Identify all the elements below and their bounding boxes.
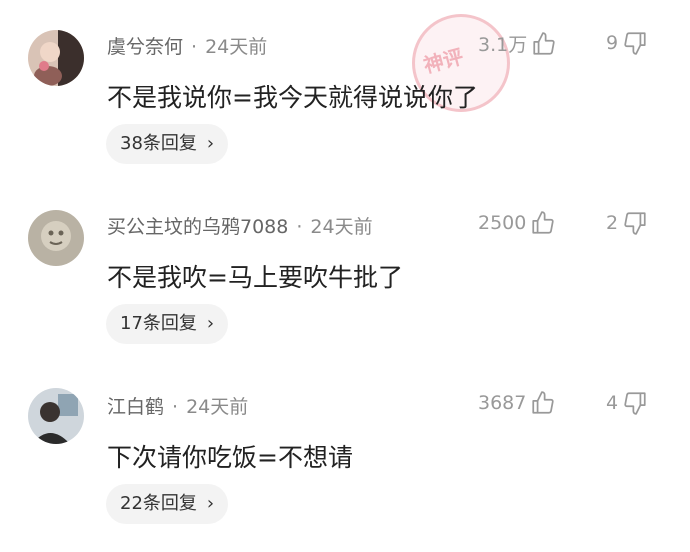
comment-meta: 买公主坟的乌鸦7088 · 24天前 [107,212,373,239]
view-replies-button[interactable]: 17条回复 › [106,304,229,344]
username[interactable]: 江白鹤 [107,396,164,418]
separator-dot: · [296,216,303,238]
like-count: 2500 [478,212,527,234]
chevron-right-icon: › [206,493,215,514]
replies-count: 22条回复 [120,493,197,514]
avatar[interactable] [28,30,84,86]
thumbs-down-icon [624,32,646,55]
chevron-right-icon: › [206,133,215,154]
comment-meta: 虞兮奈何 · 24天前 [107,32,267,59]
like-button[interactable]: 3.1万 [478,30,557,57]
avatar[interactable] [28,388,84,444]
avatar[interactable] [28,210,84,266]
timestamp: 24天前 [205,36,268,58]
comment-meta: 江白鹤 · 24天前 [107,392,248,419]
comment-text: 不是我说你=我今天就得说说你了 [107,83,478,112]
username[interactable]: 买公主坟的乌鸦7088 [107,216,288,238]
separator-dot: · [191,36,198,58]
thumbs-down-icon [624,392,646,415]
username[interactable]: 虞兮奈何 [107,36,183,58]
thumbs-down-icon [624,212,646,235]
dislike-button[interactable]: 4 [606,390,648,416]
like-count: 3.1万 [478,34,528,56]
chevron-right-icon: › [206,313,215,334]
dislike-button[interactable]: 2 [606,210,648,236]
thumbs-up-icon [533,31,555,55]
timestamp: 24天前 [310,216,373,238]
view-replies-button[interactable]: 38条回复 › [106,124,229,164]
like-count: 3687 [478,392,527,414]
thumbs-up-icon [532,211,554,234]
thumbs-up-icon [532,391,554,414]
replies-count: 38条回复 [120,133,197,154]
separator-dot: · [172,396,179,418]
like-button[interactable]: 3687 [478,390,556,416]
comment-item: 买公主坟的乌鸦7088 · 24天前 不是我吹=马上要吹牛批了 17条回复 › 250… [0,180,690,360]
comment-text: 不是我吹=马上要吹牛批了 [107,263,403,292]
comment-text: 下次请你吃饭=不想请 [107,443,353,472]
like-button[interactable]: 2500 [478,210,556,236]
dislike-button[interactable]: 9 [606,30,648,56]
comment-item: 虞兮奈何 · 24天前 不是我说你=我今天就得说说你了 38条回复 › 3.1万 9 [0,0,690,180]
view-replies-button[interactable]: 22条回复 › [106,484,229,524]
replies-count: 17条回复 [120,313,197,334]
dislike-count: 9 [606,32,619,54]
dislike-count: 4 [606,392,619,414]
dislike-count: 2 [606,212,619,234]
timestamp: 24天前 [186,396,249,418]
comment-item: 江白鹤 · 24天前 下次请你吃饭=不想请 22条回复 › 3687 4 [0,360,690,540]
